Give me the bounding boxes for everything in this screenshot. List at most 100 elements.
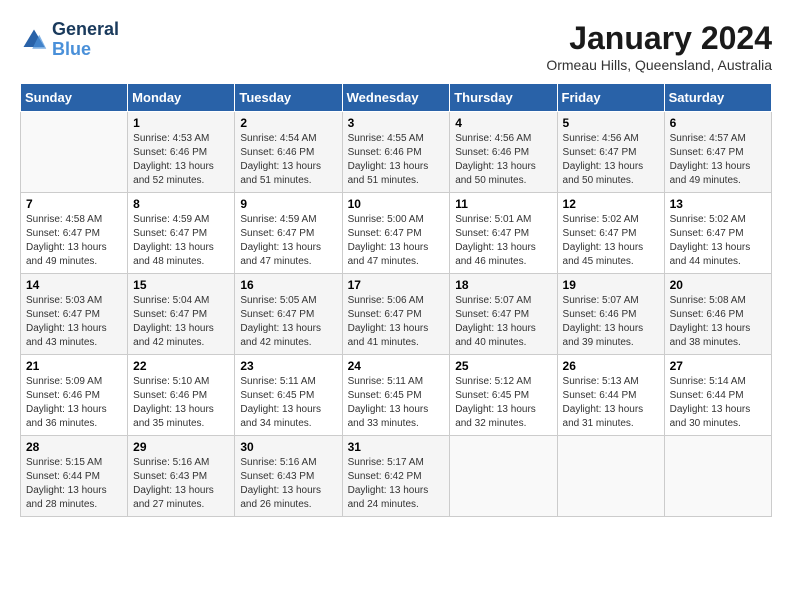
table-row: 27 Sunrise: 5:14 AMSunset: 6:44 PMDaylig… (664, 355, 771, 436)
header-monday: Monday (128, 84, 235, 112)
table-row: 4 Sunrise: 4:56 AMSunset: 6:46 PMDayligh… (450, 112, 557, 193)
day-info: Sunrise: 5:02 AMSunset: 6:47 PMDaylight:… (670, 213, 766, 269)
day-number: 12 (563, 197, 659, 211)
day-number: 26 (563, 359, 659, 373)
table-row: 29 Sunrise: 5:16 AMSunset: 6:43 PMDaylig… (128, 436, 235, 517)
table-row: 18 Sunrise: 5:07 AMSunset: 6:47 PMDaylig… (450, 274, 557, 355)
day-number: 30 (240, 440, 336, 454)
table-row: 31 Sunrise: 5:17 AMSunset: 6:42 PMDaylig… (342, 436, 450, 517)
table-row: 11 Sunrise: 5:01 AMSunset: 6:47 PMDaylig… (450, 193, 557, 274)
day-number: 28 (26, 440, 122, 454)
table-row: 28 Sunrise: 5:15 AMSunset: 6:44 PMDaylig… (21, 436, 128, 517)
table-row: 5 Sunrise: 4:56 AMSunset: 6:47 PMDayligh… (557, 112, 664, 193)
day-info: Sunrise: 5:04 AMSunset: 6:47 PMDaylight:… (133, 294, 229, 350)
table-row: 22 Sunrise: 5:10 AMSunset: 6:46 PMDaylig… (128, 355, 235, 436)
day-number: 6 (670, 116, 766, 130)
calendar-row: 21 Sunrise: 5:09 AMSunset: 6:46 PMDaylig… (21, 355, 772, 436)
calendar-row: 14 Sunrise: 5:03 AMSunset: 6:47 PMDaylig… (21, 274, 772, 355)
calendar-row: 28 Sunrise: 5:15 AMSunset: 6:44 PMDaylig… (21, 436, 772, 517)
day-number: 7 (26, 197, 122, 211)
day-number: 16 (240, 278, 336, 292)
table-row: 12 Sunrise: 5:02 AMSunset: 6:47 PMDaylig… (557, 193, 664, 274)
logo-icon (20, 26, 48, 54)
header-wednesday: Wednesday (342, 84, 450, 112)
day-number: 23 (240, 359, 336, 373)
logo: General Blue (20, 20, 119, 60)
day-info: Sunrise: 5:09 AMSunset: 6:46 PMDaylight:… (26, 375, 122, 431)
day-number: 2 (240, 116, 336, 130)
day-number: 25 (455, 359, 551, 373)
day-info: Sunrise: 5:01 AMSunset: 6:47 PMDaylight:… (455, 213, 551, 269)
day-info: Sunrise: 5:16 AMSunset: 6:43 PMDaylight:… (133, 456, 229, 512)
day-number: 1 (133, 116, 229, 130)
table-row: 26 Sunrise: 5:13 AMSunset: 6:44 PMDaylig… (557, 355, 664, 436)
table-row: 2 Sunrise: 4:54 AMSunset: 6:46 PMDayligh… (235, 112, 342, 193)
day-number: 4 (455, 116, 551, 130)
table-row: 24 Sunrise: 5:11 AMSunset: 6:45 PMDaylig… (342, 355, 450, 436)
day-info: Sunrise: 5:07 AMSunset: 6:46 PMDaylight:… (563, 294, 659, 350)
day-number: 10 (348, 197, 445, 211)
day-info: Sunrise: 5:11 AMSunset: 6:45 PMDaylight:… (348, 375, 445, 431)
day-info: Sunrise: 4:53 AMSunset: 6:46 PMDaylight:… (133, 132, 229, 188)
day-number: 5 (563, 116, 659, 130)
page-header: General Blue January 2024 Ormeau Hills, … (20, 20, 772, 73)
day-number: 17 (348, 278, 445, 292)
table-row: 16 Sunrise: 5:05 AMSunset: 6:47 PMDaylig… (235, 274, 342, 355)
day-info: Sunrise: 5:00 AMSunset: 6:47 PMDaylight:… (348, 213, 445, 269)
table-row (450, 436, 557, 517)
day-info: Sunrise: 5:05 AMSunset: 6:47 PMDaylight:… (240, 294, 336, 350)
day-info: Sunrise: 5:15 AMSunset: 6:44 PMDaylight:… (26, 456, 122, 512)
day-number: 3 (348, 116, 445, 130)
day-info: Sunrise: 5:06 AMSunset: 6:47 PMDaylight:… (348, 294, 445, 350)
month-title: January 2024 (546, 20, 772, 57)
day-info: Sunrise: 5:11 AMSunset: 6:45 PMDaylight:… (240, 375, 336, 431)
table-row: 19 Sunrise: 5:07 AMSunset: 6:46 PMDaylig… (557, 274, 664, 355)
calendar-row: 1 Sunrise: 4:53 AMSunset: 6:46 PMDayligh… (21, 112, 772, 193)
day-number: 31 (348, 440, 445, 454)
day-info: Sunrise: 5:03 AMSunset: 6:47 PMDaylight:… (26, 294, 122, 350)
day-info: Sunrise: 4:56 AMSunset: 6:46 PMDaylight:… (455, 132, 551, 188)
table-row: 23 Sunrise: 5:11 AMSunset: 6:45 PMDaylig… (235, 355, 342, 436)
table-row: 8 Sunrise: 4:59 AMSunset: 6:47 PMDayligh… (128, 193, 235, 274)
day-info: Sunrise: 4:58 AMSunset: 6:47 PMDaylight:… (26, 213, 122, 269)
table-row (21, 112, 128, 193)
day-info: Sunrise: 5:16 AMSunset: 6:43 PMDaylight:… (240, 456, 336, 512)
table-row (664, 436, 771, 517)
table-row: 17 Sunrise: 5:06 AMSunset: 6:47 PMDaylig… (342, 274, 450, 355)
table-row: 6 Sunrise: 4:57 AMSunset: 6:47 PMDayligh… (664, 112, 771, 193)
table-row: 10 Sunrise: 5:00 AMSunset: 6:47 PMDaylig… (342, 193, 450, 274)
table-row: 9 Sunrise: 4:59 AMSunset: 6:47 PMDayligh… (235, 193, 342, 274)
day-info: Sunrise: 4:57 AMSunset: 6:47 PMDaylight:… (670, 132, 766, 188)
header-thursday: Thursday (450, 84, 557, 112)
logo-text: General Blue (52, 20, 119, 60)
day-info: Sunrise: 5:02 AMSunset: 6:47 PMDaylight:… (563, 213, 659, 269)
day-info: Sunrise: 4:56 AMSunset: 6:47 PMDaylight:… (563, 132, 659, 188)
day-info: Sunrise: 4:54 AMSunset: 6:46 PMDaylight:… (240, 132, 336, 188)
table-row: 20 Sunrise: 5:08 AMSunset: 6:46 PMDaylig… (664, 274, 771, 355)
day-info: Sunrise: 4:59 AMSunset: 6:47 PMDaylight:… (240, 213, 336, 269)
day-info: Sunrise: 4:55 AMSunset: 6:46 PMDaylight:… (348, 132, 445, 188)
day-number: 24 (348, 359, 445, 373)
day-number: 22 (133, 359, 229, 373)
day-info: Sunrise: 5:13 AMSunset: 6:44 PMDaylight:… (563, 375, 659, 431)
day-info: Sunrise: 5:17 AMSunset: 6:42 PMDaylight:… (348, 456, 445, 512)
day-info: Sunrise: 5:07 AMSunset: 6:47 PMDaylight:… (455, 294, 551, 350)
day-number: 14 (26, 278, 122, 292)
table-row: 7 Sunrise: 4:58 AMSunset: 6:47 PMDayligh… (21, 193, 128, 274)
title-section: January 2024 Ormeau Hills, Queensland, A… (546, 20, 772, 73)
day-info: Sunrise: 5:10 AMSunset: 6:46 PMDaylight:… (133, 375, 229, 431)
calendar-row: 7 Sunrise: 4:58 AMSunset: 6:47 PMDayligh… (21, 193, 772, 274)
table-row (557, 436, 664, 517)
table-row: 1 Sunrise: 4:53 AMSunset: 6:46 PMDayligh… (128, 112, 235, 193)
day-number: 11 (455, 197, 551, 211)
header-friday: Friday (557, 84, 664, 112)
day-info: Sunrise: 4:59 AMSunset: 6:47 PMDaylight:… (133, 213, 229, 269)
day-number: 8 (133, 197, 229, 211)
day-info: Sunrise: 5:12 AMSunset: 6:45 PMDaylight:… (455, 375, 551, 431)
day-info: Sunrise: 5:14 AMSunset: 6:44 PMDaylight:… (670, 375, 766, 431)
header-tuesday: Tuesday (235, 84, 342, 112)
header-sunday: Sunday (21, 84, 128, 112)
location: Ormeau Hills, Queensland, Australia (546, 57, 772, 73)
table-row: 21 Sunrise: 5:09 AMSunset: 6:46 PMDaylig… (21, 355, 128, 436)
day-number: 27 (670, 359, 766, 373)
